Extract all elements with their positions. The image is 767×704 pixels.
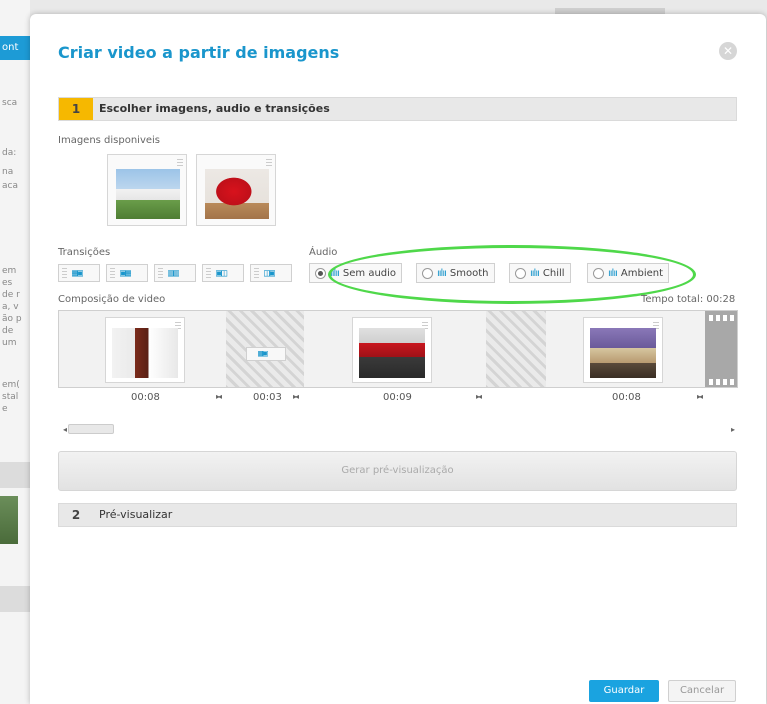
audio-label: Áudio: [309, 247, 338, 258]
background-text: es: [2, 278, 13, 288]
step-label: Pré-visualizar: [99, 508, 173, 521]
background-text: um: [2, 338, 17, 348]
background-band: [0, 586, 30, 612]
step-label: Escolher imagens, audio e transições: [99, 102, 330, 115]
background-text: ão p: [2, 314, 22, 324]
audio-option-label: Ambient: [620, 267, 664, 279]
audio-option-label: Chill: [542, 267, 565, 279]
drag-handle-icon: [110, 268, 115, 278]
transition-icon: ▦▣: [72, 268, 83, 279]
background-thumbnail: [0, 496, 18, 544]
background-text: sca: [2, 98, 18, 108]
background-text: de: [2, 326, 14, 336]
timeline-clip[interactable]: [105, 317, 185, 383]
create-video-modal: Criar video a partir de imagens ✕ 1 Esco…: [30, 14, 766, 704]
drag-handle-icon: [177, 158, 183, 166]
generate-preview-button[interactable]: Gerar pré-visualização: [58, 451, 737, 491]
clip-duration: 00:08: [131, 392, 160, 403]
background-text: aca: [2, 181, 18, 191]
save-button[interactable]: Guardar: [589, 680, 659, 702]
background-text: em(: [2, 380, 20, 390]
step-number: 1: [59, 98, 93, 120]
clip-duration: 00:08: [612, 392, 641, 403]
audio-wave-icon: ıılıı: [437, 267, 447, 279]
audio-option-smooth[interactable]: ıılıı Smooth: [416, 263, 495, 283]
scroll-left-arrow-icon[interactable]: ◂: [63, 425, 67, 434]
transition-icon: ▥▥: [168, 268, 179, 279]
available-image-red-chair[interactable]: [196, 154, 276, 226]
timeline-transition-slot[interactable]: [486, 311, 546, 387]
drag-handle-icon: [158, 268, 163, 278]
background-text: na: [2, 167, 14, 177]
background-text: em: [2, 266, 17, 276]
separator-icon: ▸◂: [697, 392, 703, 401]
audio-option-label: Sem audio: [342, 267, 397, 279]
video-timeline[interactable]: ▦▣: [58, 310, 738, 388]
background-text: a, v: [2, 302, 19, 312]
step-1-header[interactable]: 1 Escolher imagens, audio e transições: [58, 97, 737, 121]
step-number: 2: [71, 508, 81, 522]
drag-handle-icon: [254, 268, 259, 278]
transition-icon: ▦▣: [258, 349, 268, 359]
transition-option[interactable]: ◫▣: [250, 264, 292, 282]
drag-handle-icon: [206, 268, 211, 278]
radio-selected-icon: [315, 267, 326, 279]
timeline-clip[interactable]: [352, 317, 432, 383]
audio-wave-icon: ıılıı: [330, 267, 340, 279]
audio-wave-icon: ıılıı: [608, 267, 618, 279]
transition-option[interactable]: ▣▦: [106, 264, 148, 282]
transition-duration: 00:03: [253, 392, 282, 403]
step-2-header[interactable]: 2 Pré-visualizar: [58, 503, 737, 527]
modal-title: Criar video a partir de imagens: [58, 43, 340, 62]
transition-icon: ◫▣: [264, 268, 275, 279]
filmstrip-holes: [709, 379, 737, 385]
bedroom-photo: [590, 328, 656, 378]
background-tab: ont: [0, 36, 30, 60]
transition-option[interactable]: ▣◫: [202, 264, 244, 282]
background-text: stal: [2, 392, 19, 402]
red-chair-photo: [205, 169, 269, 219]
separator-icon: ▸◂: [216, 392, 222, 401]
cancel-button[interactable]: Cancelar: [668, 680, 736, 702]
audio-option-ambient[interactable]: ıılıı Ambient: [587, 263, 670, 283]
house-photo: [116, 169, 180, 219]
audio-wave-icon: ıılıı: [530, 267, 540, 279]
scroll-right-arrow-icon[interactable]: ▸: [731, 425, 735, 434]
drag-handle-icon: [266, 158, 272, 166]
clip-duration: 00:09: [383, 392, 412, 403]
background-text: e: [2, 404, 8, 414]
timeline-transition[interactable]: ▦▣: [246, 347, 286, 361]
audio-option-label: Smooth: [449, 267, 489, 279]
background-text: de r: [2, 290, 20, 300]
close-icon[interactable]: ✕: [719, 42, 737, 60]
timeline-transition-slot[interactable]: ▦▣: [226, 311, 304, 387]
drag-handle-icon: [62, 268, 67, 278]
separator-icon: ▸◂: [476, 392, 482, 401]
timeline-clip[interactable]: [583, 317, 663, 383]
radio-icon: [422, 267, 433, 279]
available-images-label: Imagens disponiveis: [58, 135, 161, 146]
radio-icon: [593, 267, 604, 279]
total-time: Tempo total: 00:28: [641, 294, 736, 305]
horizontal-scrollbar-thumb[interactable]: [68, 424, 114, 434]
composition-label: Composição de video: [58, 294, 166, 305]
background-text: da:: [2, 148, 17, 158]
audio-option-sem-audio[interactable]: ıılıı Sem audio: [309, 263, 403, 283]
separator-icon: ▸◂: [293, 392, 299, 401]
transition-icon: ▣▦: [120, 268, 131, 279]
filmstrip-placeholder: [705, 311, 737, 387]
transitions-label: Transições: [58, 247, 111, 258]
filmstrip-holes: [709, 315, 737, 321]
transition-icon: ▣◫: [216, 268, 227, 279]
background-left-panel: ont sca da: na aca em es de r a, v ão p …: [0, 0, 30, 704]
interior-photo: [112, 328, 178, 378]
kitchen-photo: [359, 328, 425, 378]
transition-option[interactable]: ▦▣: [58, 264, 100, 282]
audio-option-chill[interactable]: ıılıı Chill: [509, 263, 571, 283]
background-band: [0, 462, 30, 488]
available-image-house[interactable]: [107, 154, 187, 226]
transition-option[interactable]: ▥▥: [154, 264, 196, 282]
radio-icon: [515, 267, 526, 279]
